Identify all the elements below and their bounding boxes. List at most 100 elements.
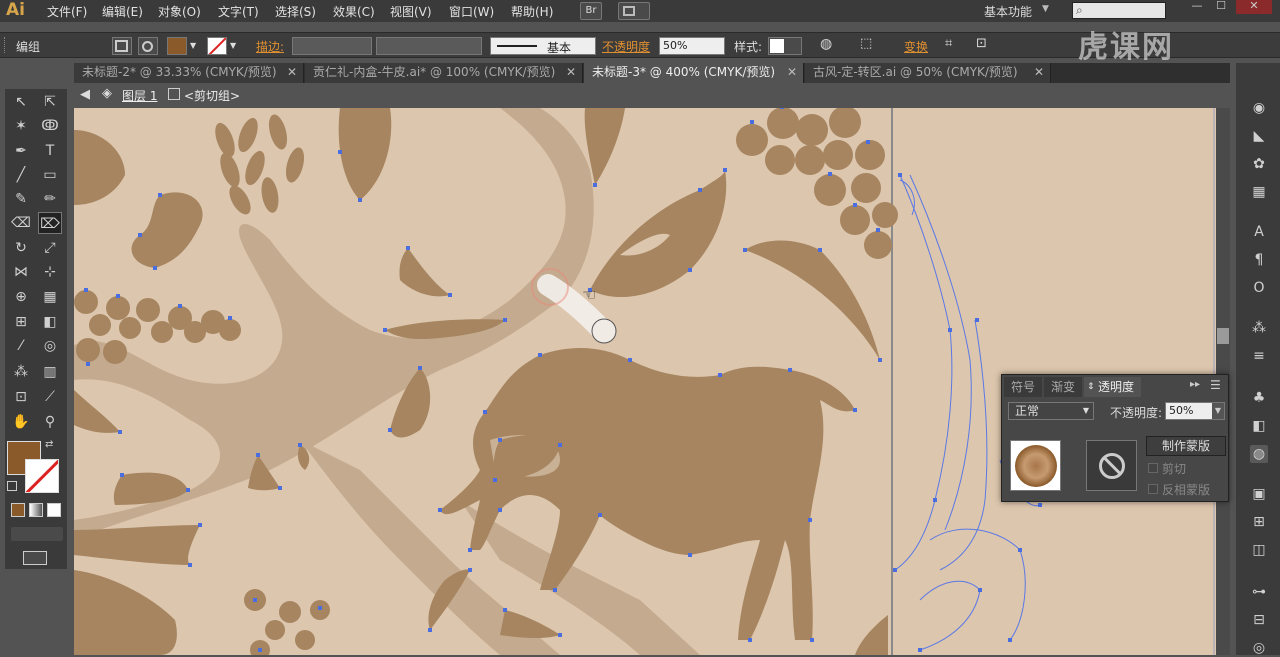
mask-thumbnail[interactable]: [1086, 440, 1137, 491]
default-colors-icon[interactable]: [7, 481, 17, 491]
close-icon[interactable]: ✕: [787, 63, 797, 82]
rectangle-tool-icon[interactable]: ▭: [38, 164, 62, 186]
eraser-tool-icon[interactable]: ⌦: [38, 212, 62, 234]
artboards-icon[interactable]: ⊟: [1250, 611, 1268, 629]
variable-width-select[interactable]: [376, 37, 482, 55]
symbol-sprayer-icon[interactable]: ⁂: [1250, 319, 1268, 337]
tab-doc-3[interactable]: 未标题-3* @ 400% (CMYK/预览) ✕: [584, 63, 804, 83]
maximize-button[interactable]: ☐: [1210, 0, 1232, 14]
menu-select[interactable]: 选择(S): [275, 3, 316, 20]
none-mode-icon[interactable]: [47, 503, 61, 517]
gradient-tool-icon[interactable]: ◧: [38, 311, 62, 333]
arrange-docs-button[interactable]: [618, 2, 650, 20]
gradient-mode-icon[interactable]: [29, 503, 43, 517]
eyedropper-tool-icon[interactable]: ⁄: [9, 335, 33, 357]
perspective-grid-tool-icon[interactable]: ▦: [38, 286, 62, 308]
transform-icon[interactable]: ⌗: [945, 36, 952, 51]
fill-swatch[interactable]: [167, 37, 187, 55]
graphic-style-select[interactable]: [768, 37, 802, 55]
stroke-icon[interactable]: ≡: [1250, 347, 1268, 365]
options-icon[interactable]: ⊡: [976, 36, 987, 51]
tab-doc-4[interactable]: 古风-定-转区.ai @ 50% (CMYK/预览) ✕: [805, 63, 1051, 83]
symbol-sprayer-tool-icon[interactable]: ⁂: [9, 361, 33, 383]
close-icon[interactable]: ✕: [1034, 63, 1044, 82]
line-tool-icon[interactable]: ╱: [9, 164, 33, 186]
search-input[interactable]: ⌕: [1072, 2, 1166, 19]
breadcrumb-layer[interactable]: 图层 1: [122, 87, 157, 104]
target-button[interactable]: [138, 37, 158, 55]
isolate-button[interactable]: [112, 37, 132, 55]
tab-doc-2[interactable]: 贡仁礼-内盒-牛皮.ai* @ 100% (CMYK/预览) ✕: [305, 63, 583, 83]
object-thumbnail[interactable]: [1010, 440, 1061, 491]
appearance-icon[interactable]: ▣: [1250, 485, 1268, 503]
pathfinder-icon[interactable]: ◫: [1250, 541, 1268, 559]
mesh-tool-icon[interactable]: ⊞: [9, 311, 33, 333]
panel-menu-icon[interactable]: ☰: [1210, 378, 1221, 392]
rotate-tool-icon[interactable]: ↻: [9, 237, 33, 259]
bridge-button[interactable]: Br: [580, 2, 602, 20]
stroke-weight-input[interactable]: [292, 37, 372, 55]
type-tool-icon[interactable]: T: [38, 140, 62, 162]
paragraph-icon[interactable]: ¶: [1250, 251, 1268, 269]
links-icon[interactable]: ⊶: [1250, 583, 1268, 601]
invert-mask-checkbox[interactable]: [1148, 484, 1158, 494]
color-guide-icon[interactable]: ◣: [1250, 127, 1268, 145]
align-icon[interactable]: ⊞: [1250, 513, 1268, 531]
stroke-color-swatch[interactable]: [25, 459, 59, 493]
color-mode-icon[interactable]: [11, 503, 25, 517]
lasso-tool-icon[interactable]: ↂ: [38, 115, 62, 137]
tab-gradient[interactable]: 渐变: [1044, 377, 1083, 397]
free-transform-tool-icon[interactable]: ⊹: [38, 261, 62, 283]
blend-mode-select[interactable]: 正常 ▼: [1008, 402, 1094, 420]
stroke-style-select[interactable]: 基本: [490, 37, 596, 55]
scroll-thumb[interactable]: [1217, 328, 1229, 344]
screen-mode-icon[interactable]: [23, 551, 47, 565]
minimize-button[interactable]: —: [1186, 0, 1208, 14]
close-icon[interactable]: ✕: [566, 63, 576, 82]
selection-tool-icon[interactable]: ↖: [9, 91, 33, 113]
align-icon[interactable]: ⬚: [860, 36, 872, 51]
character-icon[interactable]: A: [1250, 223, 1268, 241]
color-panel-icon[interactable]: ◉: [1250, 99, 1268, 117]
stroke-label[interactable]: 描边:: [256, 38, 284, 55]
magic-wand-tool-icon[interactable]: ✶: [9, 115, 33, 137]
swatches-icon[interactable]: ▦: [1250, 183, 1268, 201]
opentype-icon[interactable]: O: [1250, 279, 1268, 297]
recolor-icon[interactable]: ◍: [820, 36, 832, 52]
tab-symbols[interactable]: 符号: [1004, 377, 1043, 397]
clip-checkbox[interactable]: [1148, 463, 1158, 473]
make-mask-button[interactable]: 制作蒙版: [1146, 436, 1226, 456]
direct-selection-tool-icon[interactable]: ⇱: [38, 91, 62, 113]
gradient-icon[interactable]: ◧: [1250, 417, 1268, 435]
pen-tool-icon[interactable]: ✒: [9, 140, 33, 162]
stroke-swatch[interactable]: [207, 37, 227, 55]
paintbrush-tool-icon[interactable]: ✎: [9, 188, 33, 210]
pencil-tool-icon[interactable]: ✏: [38, 188, 62, 210]
menu-view[interactable]: 视图(V): [390, 3, 432, 20]
hand-tool-icon[interactable]: ✋: [9, 411, 33, 433]
menu-type[interactable]: 文字(T): [218, 3, 259, 20]
close-button[interactable]: ✕: [1236, 0, 1272, 14]
blob-brush-tool-icon[interactable]: ⌫: [9, 212, 33, 234]
symbols-icon[interactable]: ♣: [1250, 389, 1268, 407]
artboard-tool-icon[interactable]: ⊡: [9, 386, 33, 408]
layers-icon[interactable]: ◎: [1250, 639, 1268, 657]
scale-tool-icon[interactable]: ⤢: [38, 237, 62, 259]
transform-label[interactable]: 变换: [904, 38, 928, 55]
transparency-icon[interactable]: ◍: [1250, 445, 1268, 463]
blend-tool-icon[interactable]: ◎: [38, 335, 62, 357]
opacity-label[interactable]: 不透明度: [602, 38, 650, 55]
breadcrumb-group[interactable]: <剪切组>: [184, 87, 240, 104]
collapse-icon[interactable]: ▸▸: [1190, 379, 1200, 390]
slice-tool-icon[interactable]: ⟋: [38, 386, 62, 408]
back-arrow-icon[interactable]: ◀: [80, 87, 90, 102]
draw-modes-group[interactable]: [11, 527, 63, 541]
tab-transparency[interactable]: ⇕ 透明度: [1084, 377, 1142, 397]
column-graph-tool-icon[interactable]: ▥: [38, 361, 62, 383]
opacity-input[interactable]: 50%: [659, 37, 725, 55]
width-tool-icon[interactable]: ⋈: [9, 261, 33, 283]
tab-doc-1[interactable]: 未标题-2* @ 33.33% (CMYK/预览) ✕: [74, 63, 304, 83]
zoom-tool-icon[interactable]: ⚲: [38, 411, 62, 433]
workspace-switcher[interactable]: 基本功能: [984, 3, 1032, 20]
menu-help[interactable]: 帮助(H): [511, 3, 553, 20]
